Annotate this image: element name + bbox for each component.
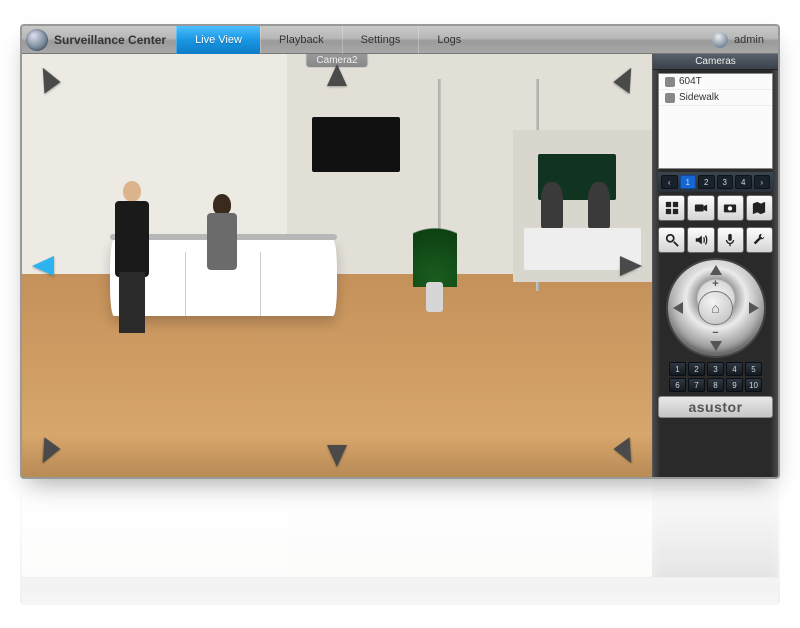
camera-list-item[interactable]: 604T bbox=[659, 74, 772, 90]
speaker-icon bbox=[694, 233, 708, 247]
zoom-button[interactable] bbox=[658, 227, 685, 253]
user-name[interactable]: admin bbox=[734, 34, 764, 46]
camera-list: 604T Sidewalk bbox=[658, 73, 773, 169]
ptz-overlay-up-icon[interactable] bbox=[327, 64, 347, 86]
grid-icon bbox=[665, 201, 679, 215]
layout-2-button[interactable]: 2 bbox=[698, 175, 715, 189]
camera-list-label: Sidewalk bbox=[679, 92, 719, 103]
camera-list-label: 604T bbox=[679, 76, 702, 87]
preset-button[interactable]: 3 bbox=[707, 362, 724, 376]
toolbar-row-2 bbox=[658, 227, 773, 253]
layout-row: ‹ 1 2 3 4 › bbox=[658, 172, 773, 192]
preset-button[interactable]: 5 bbox=[745, 362, 762, 376]
map-icon bbox=[752, 201, 766, 215]
ptz-left-button[interactable] bbox=[673, 302, 683, 314]
zoom-icon bbox=[665, 233, 679, 247]
photo-icon bbox=[723, 201, 737, 215]
preset-button[interactable]: 8 bbox=[707, 378, 724, 392]
tab-playback[interactable]: Playback bbox=[260, 26, 342, 54]
toolbar-row-1 bbox=[658, 195, 773, 221]
camera-icon bbox=[694, 201, 708, 215]
camera-icon bbox=[665, 93, 675, 103]
wrench-icon bbox=[752, 233, 766, 247]
side-panel: Cameras 604T Sidewalk ‹ 1 2 3 4 › bbox=[652, 54, 778, 477]
content: Camera2 Cameras 604T Sidewalk bbox=[22, 54, 778, 477]
ptz-dial: + − ⌂ bbox=[666, 258, 766, 358]
preset-button[interactable]: 1 bbox=[669, 362, 686, 376]
ptz-overlay-right-icon[interactable] bbox=[620, 256, 642, 276]
brand-badge: asustor bbox=[658, 396, 773, 418]
ptz-zoom-in-button[interactable]: + bbox=[712, 278, 718, 290]
preset-button[interactable]: 7 bbox=[688, 378, 705, 392]
layout-prev-button[interactable]: ‹ bbox=[661, 175, 678, 189]
emap-button[interactable] bbox=[746, 195, 773, 221]
mic-button[interactable] bbox=[717, 227, 744, 253]
mic-icon bbox=[723, 233, 737, 247]
preset-button[interactable]: 2 bbox=[688, 362, 705, 376]
audio-button[interactable] bbox=[687, 227, 714, 253]
camera-feed bbox=[22, 54, 652, 477]
ptz-home-button[interactable]: ⌂ bbox=[698, 291, 733, 326]
preset-button[interactable]: 10 bbox=[745, 378, 762, 392]
record-button[interactable] bbox=[687, 195, 714, 221]
preset-grid: 1 2 3 4 5 6 7 8 9 10 bbox=[665, 362, 766, 392]
ptz-overlay-down-icon[interactable] bbox=[327, 445, 347, 467]
layout-1-button[interactable]: 1 bbox=[680, 175, 697, 189]
app-logo-icon bbox=[26, 29, 48, 51]
ptz-overlay-left-icon[interactable] bbox=[32, 256, 54, 276]
video-viewport[interactable]: Camera2 bbox=[22, 54, 652, 477]
snapshot-button[interactable] bbox=[658, 195, 685, 221]
preset-button[interactable]: 6 bbox=[669, 378, 686, 392]
ptz-up-button[interactable] bbox=[710, 265, 722, 275]
camera-list-item[interactable]: Sidewalk bbox=[659, 90, 772, 106]
snapshot-photo-button[interactable] bbox=[717, 195, 744, 221]
tab-logs[interactable]: Logs bbox=[418, 26, 479, 54]
camera-icon bbox=[665, 77, 675, 87]
menubar: Surveillance Center Live View Playback S… bbox=[22, 26, 778, 54]
preset-button[interactable]: 9 bbox=[726, 378, 743, 392]
app-title: Surveillance Center bbox=[54, 33, 166, 47]
preset-button[interactable]: 4 bbox=[726, 362, 743, 376]
layout-next-button[interactable]: › bbox=[754, 175, 771, 189]
layout-3-button[interactable]: 3 bbox=[717, 175, 734, 189]
app-window: Surveillance Center Live View Playback S… bbox=[20, 24, 780, 479]
settings-button[interactable] bbox=[746, 227, 773, 253]
ptz-right-button[interactable] bbox=[749, 302, 759, 314]
tab-live-view[interactable]: Live View bbox=[176, 26, 260, 54]
ptz-down-button[interactable] bbox=[710, 341, 722, 351]
side-panel-header: Cameras bbox=[653, 54, 778, 70]
home-icon: ⌂ bbox=[711, 300, 719, 316]
layout-4-button[interactable]: 4 bbox=[735, 175, 752, 189]
tab-settings[interactable]: Settings bbox=[342, 26, 419, 54]
user-icon bbox=[712, 32, 728, 48]
ptz-zoom-out-button[interactable]: − bbox=[712, 327, 718, 339]
